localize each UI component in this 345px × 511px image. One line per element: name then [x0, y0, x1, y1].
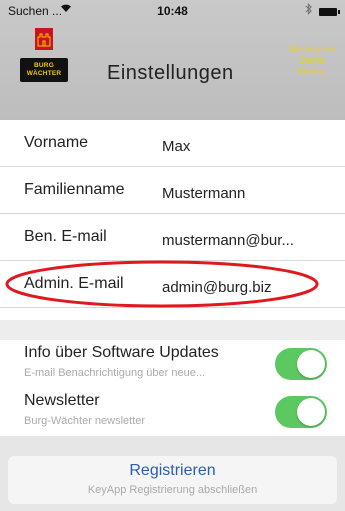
- footer-bar: Registrieren KeyApp Registrierung abschl…: [0, 436, 345, 511]
- user-form: Vorname Max Familienname Mustermann Ben.…: [0, 120, 345, 308]
- battery-icon: [319, 8, 340, 16]
- software-updates-row: Info über Software Updates E-mail Benach…: [0, 340, 345, 389]
- admin-email-field[interactable]: admin@burg.biz: [162, 279, 271, 296]
- logo-text-waechter: WÄCHTER: [23, 70, 65, 77]
- register-label: Registrieren: [129, 462, 216, 479]
- logo-badge: BURG WÄCHTER: [20, 58, 68, 82]
- demo-mode-link[interactable]: Wechsel in Demo Modus: [287, 44, 337, 77]
- burg-waechter-logo: BURG WÄCHTER: [20, 28, 68, 90]
- newsletter-subtitle: Burg-Wächter newsletter: [24, 415, 146, 427]
- user-email-label: Ben. E-mail: [24, 228, 107, 245]
- newsletter-row: Newsletter Burg-Wächter newsletter: [0, 388, 345, 437]
- status-bar: Suchen ... 10:48: [0, 0, 345, 22]
- castle-icon: [35, 28, 53, 50]
- first-name-row[interactable]: Vorname Max: [0, 120, 345, 167]
- clock: 10:48: [157, 4, 188, 18]
- admin-email-label: Admin. E-mail: [24, 275, 124, 292]
- first-name-field[interactable]: Max: [162, 138, 190, 155]
- register-button[interactable]: Registrieren KeyApp Registrierung abschl…: [8, 456, 337, 504]
- nav-header: Suchen ... 10:48 BURG WÄCHTER Einstellun…: [0, 0, 345, 120]
- newsletter-label: Newsletter: [24, 392, 100, 409]
- register-subtitle: KeyApp Registrierung abschließen: [87, 484, 258, 496]
- software-updates-label: Info über Software Updates: [24, 344, 219, 361]
- last-name-field[interactable]: Mustermann: [162, 185, 245, 202]
- last-name-row[interactable]: Familienname Mustermann: [0, 167, 345, 214]
- logo-text-burg: BURG: [23, 62, 65, 69]
- page-title: Einstellungen: [107, 62, 234, 84]
- user-email-field[interactable]: mustermann@bur...: [162, 232, 294, 249]
- first-name-label: Vorname: [24, 134, 89, 151]
- bluetooth-icon: [305, 3, 313, 18]
- last-name-label: Familienname: [24, 181, 125, 198]
- toggle-knob: [297, 350, 325, 378]
- toggle-knob: [297, 398, 325, 426]
- software-updates-toggle[interactable]: [275, 348, 327, 380]
- admin-email-row[interactable]: Admin. E-mail admin@burg.biz: [0, 261, 345, 308]
- user-email-row[interactable]: Ben. E-mail mustermann@bur...: [0, 214, 345, 261]
- section-divider: [0, 320, 345, 340]
- software-updates-subtitle: E-mail Benachrichtigung über neue...: [24, 367, 205, 379]
- newsletter-toggle[interactable]: [275, 396, 327, 428]
